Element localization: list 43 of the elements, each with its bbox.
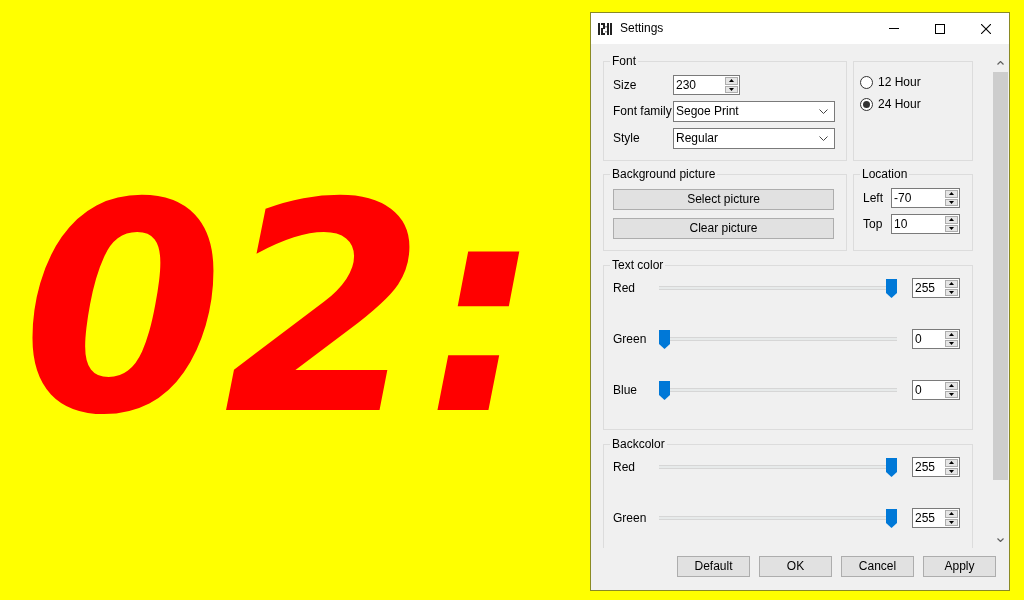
field-label: Style xyxy=(613,131,641,146)
channel-label: Green xyxy=(613,510,648,526)
radio-button[interactable] xyxy=(860,76,873,89)
dropdown[interactable]: Segoe Print xyxy=(673,101,835,122)
dialog-button[interactable]: Apply xyxy=(923,556,996,577)
radio-label[interactable]: 12 Hour xyxy=(878,75,921,90)
window-title: Settings xyxy=(620,21,664,36)
chevron-down-icon xyxy=(997,537,1004,542)
channel-label: Red xyxy=(613,280,636,296)
picture-button[interactable]: Clear picture xyxy=(613,218,834,239)
slider-thumb[interactable] xyxy=(659,330,670,349)
chevron-down-icon xyxy=(819,109,828,114)
radio-label[interactable]: 24 Hour xyxy=(878,97,921,112)
dialog-button[interactable]: Default xyxy=(677,556,750,577)
slider-thumb[interactable] xyxy=(886,279,897,298)
clock-display: 02: xyxy=(22,165,542,455)
picture-button[interactable]: Select picture xyxy=(613,189,834,210)
field-label: Size xyxy=(613,77,638,93)
field-label: Font family xyxy=(613,104,673,119)
minimize-icon xyxy=(889,28,899,29)
close-icon xyxy=(981,23,991,34)
slider-thumb[interactable] xyxy=(659,381,670,400)
field-label: Top xyxy=(863,216,884,232)
slider-thumb[interactable] xyxy=(886,458,897,477)
chevron-up-icon xyxy=(997,60,1004,65)
group-label: Background picture xyxy=(611,167,717,181)
dialog-button[interactable]: Cancel xyxy=(841,556,914,577)
maximize-icon xyxy=(935,23,945,34)
chevron-down-icon xyxy=(819,136,828,141)
field-label: Left xyxy=(863,190,884,206)
radio-button[interactable] xyxy=(860,98,873,111)
channel-label: Blue xyxy=(613,382,639,398)
dialog-button[interactable]: OK xyxy=(759,556,832,577)
digital-clock-icon xyxy=(598,22,612,35)
dropdown[interactable]: Regular xyxy=(673,128,835,149)
group-label: Backcolor xyxy=(611,437,666,451)
channel-label: Green xyxy=(613,331,648,347)
channel-label: Red xyxy=(613,459,636,475)
scrollbar-thumb[interactable] xyxy=(993,72,1008,480)
group-label: Location xyxy=(861,167,909,181)
slider-thumb[interactable] xyxy=(886,509,897,528)
group-label: Font xyxy=(611,54,637,68)
group-label: Text color xyxy=(611,258,665,272)
